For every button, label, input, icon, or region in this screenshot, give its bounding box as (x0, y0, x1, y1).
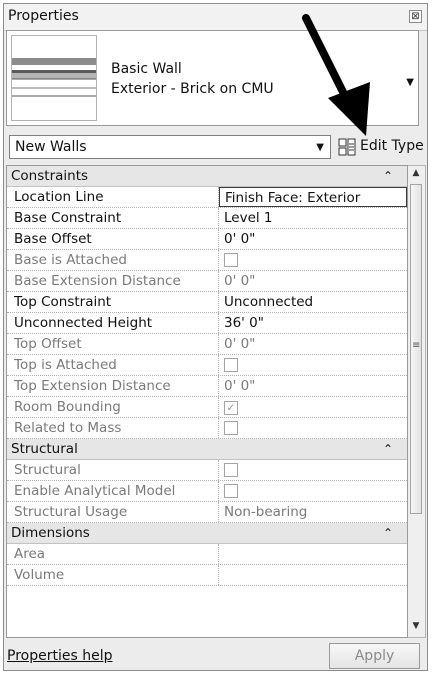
property-value: 0' 0" (224, 336, 256, 352)
scroll-up-icon[interactable]: ▲ (408, 168, 424, 182)
panel-title: Properties (8, 8, 79, 24)
chevron-down-icon[interactable]: ▼ (316, 142, 324, 153)
property-value[interactable]: Unconnected (219, 292, 407, 312)
property-name: Base Constraint (7, 208, 219, 228)
row-top-offset: Top Offset 0' 0" (7, 334, 407, 355)
type-name: Basic Wall Exterior - Brick on CMU (111, 59, 274, 99)
group-label: Dimensions (11, 525, 90, 541)
property-name: Structural Usage (7, 502, 219, 522)
property-name: Top Constraint (7, 292, 219, 312)
row-base-extension: Base Extension Distance 0' 0" (7, 271, 407, 292)
property-name: Unconnected Height (7, 313, 219, 333)
property-name: Base is Attached (7, 250, 219, 270)
scrollbar-thumb[interactable]: ≡ (410, 184, 422, 514)
apply-button[interactable]: Apply (329, 643, 420, 669)
property-name: Base Extension Distance (7, 271, 219, 291)
row-volume: Volume (7, 565, 407, 586)
chevron-down-icon[interactable]: ▼ (406, 77, 414, 88)
checkbox (224, 253, 238, 267)
instance-filter-dropdown[interactable]: New Walls ▼ (9, 135, 331, 159)
property-name: Base Offset (7, 229, 219, 249)
property-name: Enable Analytical Model (7, 481, 219, 501)
checkbox[interactable] (224, 484, 238, 498)
checkbox (224, 421, 238, 435)
type-label: Exterior - Brick on CMU (111, 81, 274, 97)
edit-type-icon (338, 138, 356, 156)
group-label: Constraints (11, 168, 89, 184)
property-name: Top is Attached (7, 355, 219, 375)
row-base-constraint[interactable]: Base Constraint Level 1 (7, 208, 407, 229)
check-icon: ✓ (224, 401, 238, 415)
property-name: Location Line (7, 187, 219, 207)
instance-filter-label: New Walls (15, 139, 87, 155)
close-icon[interactable]: ⊠ (409, 10, 422, 23)
scroll-down-icon[interactable]: ▼ (408, 621, 424, 635)
vertical-scrollbar[interactable]: ▲ ≡ ▼ (408, 165, 426, 638)
edit-type-button[interactable]: Edit Type (336, 135, 428, 159)
collapse-icon[interactable]: ⌃ (383, 523, 393, 543)
property-value (219, 250, 407, 270)
row-enable-analytical[interactable]: Enable Analytical Model (7, 481, 407, 502)
property-value[interactable]: 36' 0" (219, 313, 407, 333)
annotation-arrow-icon (302, 14, 370, 136)
row-unconnected-height[interactable]: Unconnected Height 36' 0" (7, 313, 407, 334)
property-name: Structural (7, 460, 219, 480)
row-related-to-mass: Related to Mass (7, 418, 407, 439)
row-structural[interactable]: Structural (7, 460, 407, 481)
row-area: Area (7, 544, 407, 565)
property-value: Non-bearing (224, 504, 308, 520)
group-label: Structural (11, 441, 78, 457)
row-base-offset[interactable]: Base Offset 0' 0" (7, 229, 407, 250)
group-structural[interactable]: Structural ⌃ (7, 439, 407, 460)
collapse-icon[interactable]: ⌃ (383, 166, 393, 186)
group-dimensions[interactable]: Dimensions ⌃ (7, 523, 407, 544)
edit-type-label: Edit Type (360, 138, 424, 154)
row-top-attached: Top is Attached (7, 355, 407, 376)
property-value[interactable]: 0' 0" (219, 229, 407, 249)
row-base-attached: Base is Attached (7, 250, 407, 271)
checkbox[interactable] (224, 463, 238, 477)
properties-grid: Constraints ⌃ Location Line Finish Face:… (6, 165, 408, 638)
property-value (219, 565, 407, 585)
row-location-line[interactable]: Location Line Finish Face: Exterior (7, 187, 407, 208)
checkbox (224, 358, 238, 372)
property-value (219, 544, 407, 564)
row-structural-usage: Structural Usage Non-bearing (7, 502, 407, 523)
group-constraints[interactable]: Constraints ⌃ (7, 166, 407, 187)
property-name: Top Offset (7, 334, 219, 354)
properties-help-link[interactable]: Properties help (7, 648, 112, 664)
row-room-bounding: Room Bounding ✓ (7, 397, 407, 418)
row-top-constraint[interactable]: Top Constraint Unconnected (7, 292, 407, 313)
property-name: Related to Mass (7, 418, 219, 438)
collapse-icon[interactable]: ⌃ (383, 439, 393, 459)
property-value (219, 355, 407, 375)
row-top-extension: Top Extension Distance 0' 0" (7, 376, 407, 397)
property-value[interactable]: Level 1 (219, 208, 407, 228)
property-name: Room Bounding (7, 397, 219, 417)
property-value[interactable]: Finish Face: Exterior (219, 187, 407, 207)
property-value: ✓ (219, 397, 407, 417)
property-name: Area (7, 544, 219, 564)
property-value[interactable] (219, 460, 407, 480)
property-name: Volume (7, 565, 219, 585)
property-value (219, 418, 407, 438)
grip-icon: ≡ (412, 340, 421, 351)
property-value: 0' 0" (224, 273, 256, 289)
type-family: Basic Wall (111, 61, 182, 77)
wall-type-thumbnail (11, 35, 97, 121)
property-name: Top Extension Distance (7, 376, 219, 396)
property-value[interactable] (219, 481, 407, 501)
property-value: 0' 0" (224, 378, 256, 394)
